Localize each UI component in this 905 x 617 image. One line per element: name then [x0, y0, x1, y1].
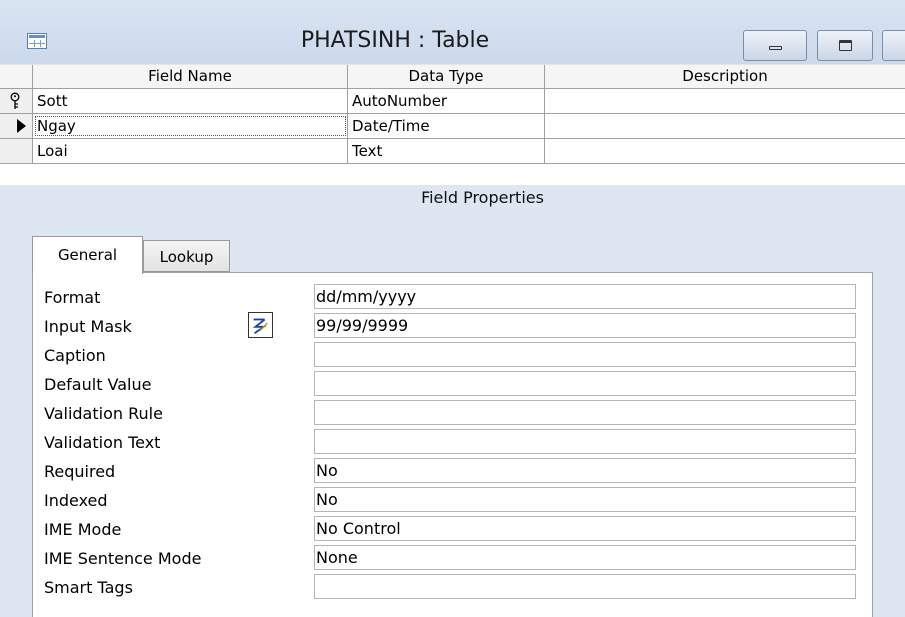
column-header-description[interactable]: Description — [545, 65, 905, 88]
format-field[interactable]: dd/mm/yyyy — [314, 284, 856, 309]
row-selector[interactable] — [0, 89, 33, 113]
minimize-icon — [769, 46, 782, 50]
field-name-cell[interactable]: Sott — [33, 89, 348, 113]
property-row-input-mask: Input Mask 99/99/9999 — [44, 313, 864, 342]
window-title-bar[interactable]: PHATSINH : Table — [0, 0, 905, 64]
property-row-ime-sentence-mode: IME Sentence Mode None — [44, 545, 864, 574]
property-row-format: Format dd/mm/yyyy — [44, 284, 864, 313]
property-row-ime-mode: IME Mode No Control — [44, 516, 864, 545]
grid-header: Field Name Data Type Description — [0, 65, 905, 89]
tab-general[interactable]: General — [32, 236, 143, 274]
primary-key-icon — [8, 92, 22, 110]
field-name-cell[interactable]: Ngay — [33, 114, 348, 138]
validation-rule-field[interactable] — [314, 400, 856, 425]
property-row-smart-tags: Smart Tags — [44, 574, 864, 603]
property-row-required: Required No — [44, 458, 864, 487]
table-row[interactable]: Loai Text — [0, 139, 905, 164]
caption-field[interactable] — [314, 342, 856, 367]
indexed-field[interactable]: No — [314, 487, 856, 512]
property-row-validation-rule: Validation Rule — [44, 400, 864, 429]
property-label: Default Value — [44, 375, 151, 394]
smart-tags-field[interactable] — [314, 574, 856, 599]
window-title: PHATSINH : Table — [0, 28, 790, 53]
maximize-button[interactable] — [817, 30, 873, 61]
property-label: Caption — [44, 346, 106, 365]
validation-text-field[interactable] — [314, 429, 856, 454]
default-value-field[interactable] — [314, 371, 856, 396]
data-type-cell[interactable]: Text — [348, 139, 545, 163]
data-type-cell[interactable]: AutoNumber — [348, 89, 545, 113]
header-corner[interactable] — [0, 65, 33, 88]
description-cell[interactable] — [545, 89, 905, 113]
ime-sentence-mode-field[interactable]: None — [314, 545, 856, 570]
property-label: Smart Tags — [44, 578, 133, 597]
property-label: Indexed — [44, 491, 108, 510]
field-name-cell[interactable]: Loai — [33, 139, 348, 163]
description-cell[interactable] — [545, 114, 905, 138]
current-row-arrow-icon — [17, 119, 26, 133]
property-label: Validation Rule — [44, 404, 163, 423]
property-row-indexed: Indexed No — [44, 487, 864, 516]
table-row[interactable]: Ngay Date/Time — [0, 114, 905, 139]
wand-glyph — [249, 313, 272, 337]
required-field[interactable]: No — [314, 458, 856, 483]
row-selector[interactable] — [0, 139, 33, 163]
minimize-button[interactable] — [743, 30, 807, 61]
property-label: IME Sentence Mode — [44, 549, 201, 568]
ime-mode-field[interactable]: No Control — [314, 516, 856, 541]
input-mask-wizard-icon[interactable] — [248, 312, 273, 338]
property-row-default-value: Default Value — [44, 371, 864, 400]
input-mask-field[interactable]: 99/99/9999 — [314, 313, 856, 338]
field-properties-heading: Field Properties — [0, 188, 905, 207]
property-row-caption: Caption — [44, 342, 864, 371]
property-row-validation-text: Validation Text — [44, 429, 864, 458]
row-selector[interactable] — [0, 114, 33, 138]
data-type-cell[interactable]: Date/Time — [348, 114, 545, 138]
property-label: Validation Text — [44, 433, 160, 452]
maximize-icon — [839, 40, 852, 51]
field-design-grid: Field Name Data Type Description Sott Au… — [0, 65, 905, 185]
property-label: Input Mask — [44, 317, 132, 336]
close-button[interactable] — [882, 30, 905, 61]
property-label: IME Mode — [44, 520, 121, 539]
property-label: Format — [44, 288, 100, 307]
property-label: Required — [44, 462, 115, 481]
tab-lookup[interactable]: Lookup — [143, 240, 230, 272]
description-cell[interactable] — [545, 139, 905, 163]
column-header-data-type[interactable]: Data Type — [348, 65, 545, 88]
column-header-field-name[interactable]: Field Name — [33, 65, 348, 88]
table-row[interactable]: Sott AutoNumber — [0, 89, 905, 114]
